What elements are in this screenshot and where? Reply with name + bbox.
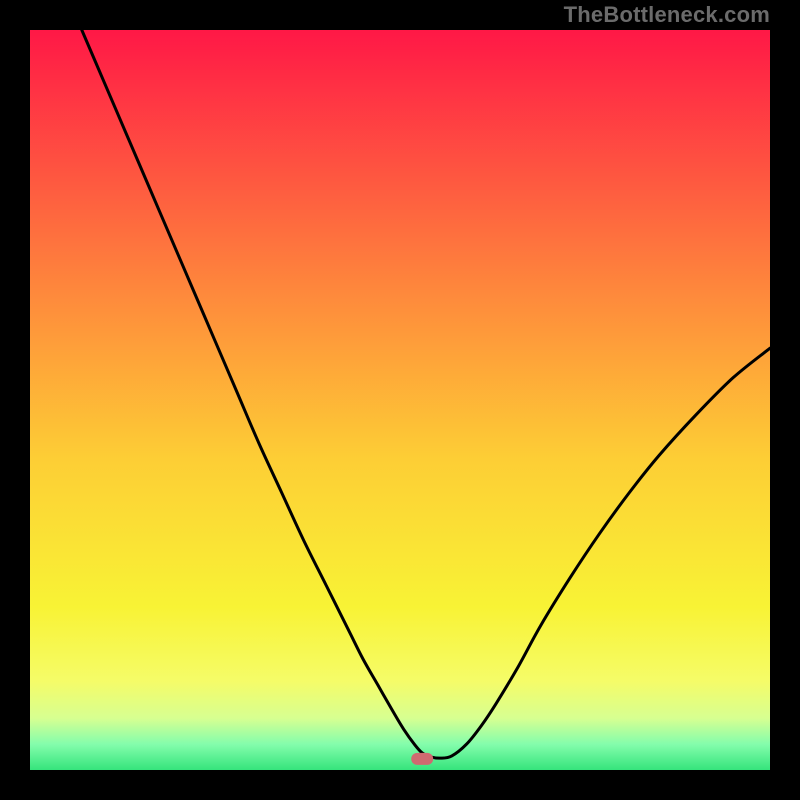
plot-area [30,30,770,770]
watermark-text: TheBottleneck.com [564,2,770,28]
optimum-marker [30,30,770,770]
chart-frame: TheBottleneck.com [0,0,800,800]
